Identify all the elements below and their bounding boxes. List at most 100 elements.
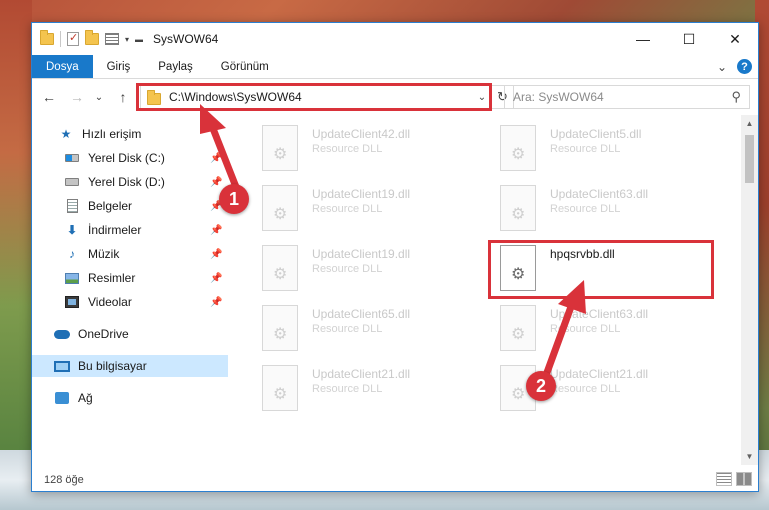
dll-file-icon bbox=[262, 365, 298, 411]
customize-toolbar-icon[interactable]: ▬ bbox=[135, 35, 143, 44]
file-type: Resource DLL bbox=[550, 143, 621, 155]
navigation-pane: ★ Hızlı erişim Yerel Disk (C:) 📌 Yerel D… bbox=[32, 115, 228, 463]
address-dropdown-icon[interactable]: ⌄ bbox=[473, 92, 491, 103]
maximize-button[interactable]: ☐ bbox=[666, 23, 712, 55]
sidebar-item-pictures[interactable]: Resimler 📌 bbox=[32, 267, 228, 289]
dll-file-icon bbox=[500, 305, 536, 351]
sidebar-item-music[interactable]: ♪ Müzik 📌 bbox=[32, 243, 228, 265]
details-view-icon[interactable] bbox=[716, 472, 732, 486]
drive-d-icon bbox=[64, 175, 80, 189]
sidebar-item-label: Resimler bbox=[88, 271, 136, 285]
recent-locations-icon[interactable]: ⌄ bbox=[88, 92, 110, 103]
minimize-button[interactable]: — bbox=[620, 23, 666, 55]
star-icon: ★ bbox=[60, 127, 72, 141]
search-placeholder: Ara: SysWOW64 bbox=[513, 90, 604, 104]
sidebar-item-drive-c[interactable]: Yerel Disk (C:) 📌 bbox=[32, 147, 228, 169]
pin-icon[interactable]: 📌 bbox=[210, 225, 222, 236]
file-name: hpqsrvbb.dll bbox=[550, 247, 615, 261]
forward-button[interactable]: → bbox=[66, 89, 88, 105]
sidebar-item-label: Videolar bbox=[88, 295, 132, 309]
file-item[interactable]: UpdateClient19.dll Resource DLL bbox=[246, 239, 476, 295]
file-item[interactable]: UpdateClient21.dll Resource DLL bbox=[484, 359, 714, 415]
drive-c-icon bbox=[64, 151, 80, 165]
file-name: UpdateClient19.dll bbox=[312, 187, 411, 201]
file-name: UpdateClient19.dll bbox=[312, 247, 411, 261]
item-count: 128 öğe bbox=[44, 474, 84, 486]
sidebar-item-downloads[interactable]: ⬇ İndirmeler 📌 bbox=[32, 219, 228, 241]
step-2-badge: 2 bbox=[526, 371, 556, 401]
file-name: UpdateClient21.dll bbox=[312, 367, 411, 381]
desktop-background bbox=[0, 0, 32, 510]
file-type: Resource DLL bbox=[312, 383, 383, 395]
file-item[interactable]: UpdateClient65.dll Resource DLL bbox=[246, 299, 476, 355]
help-icon[interactable]: ? bbox=[737, 59, 752, 74]
search-icon: ⚲ bbox=[731, 89, 741, 104]
file-item[interactable]: UpdateClient42.dll Resource DLL bbox=[246, 119, 476, 175]
sidebar-item-this-pc[interactable]: Bu bilgisayar bbox=[32, 355, 228, 377]
scroll-down-icon[interactable]: ▼ bbox=[741, 448, 758, 465]
step-1-badge: 1 bbox=[219, 184, 249, 214]
tab-share[interactable]: Paylaş bbox=[144, 55, 207, 78]
toolbar-dropdown-icon[interactable]: ▾ bbox=[125, 35, 129, 44]
tab-file[interactable]: Dosya bbox=[32, 55, 93, 78]
videos-icon bbox=[64, 295, 80, 309]
tab-home[interactable]: Giriş bbox=[93, 55, 145, 78]
download-icon: ⬇ bbox=[66, 223, 78, 237]
properties-check-icon[interactable] bbox=[67, 31, 79, 46]
sidebar-item-label: Müzik bbox=[88, 247, 120, 261]
toolbar-separator bbox=[60, 31, 61, 47]
file-item-hpqsrvbb[interactable]: hpqsrvbb.dll bbox=[484, 239, 714, 295]
sidebar-item-videos[interactable]: Videolar 📌 bbox=[32, 291, 228, 313]
file-explorer-window: ▾ ▬ SysWOW64 — ☐ ✕ Dosya Giriş Paylaş Gö… bbox=[31, 22, 759, 492]
close-button[interactable]: ✕ bbox=[712, 23, 758, 55]
title-bar: ▾ ▬ SysWOW64 — ☐ ✕ bbox=[32, 23, 758, 55]
sidebar-item-label: Yerel Disk (D:) bbox=[88, 175, 165, 189]
sidebar-item-label: İndirmeler bbox=[88, 223, 142, 237]
search-input[interactable]: Ara: SysWOW64 ⚲ bbox=[504, 85, 750, 109]
dll-file-icon bbox=[262, 185, 298, 231]
navigation-bar: ← → ⌄ ↑ C:\Windows\SysWOW64 ⌄ ↻ Ara: Sys… bbox=[32, 80, 758, 114]
file-name: UpdateClient63.dll bbox=[550, 307, 649, 321]
properties-icon[interactable] bbox=[105, 33, 119, 45]
large-icons-view-icon[interactable] bbox=[736, 472, 752, 486]
dll-file-icon bbox=[262, 305, 298, 351]
pin-icon[interactable]: 📌 bbox=[210, 153, 222, 164]
sidebar-item-quick-access[interactable]: ★ Hızlı erişim bbox=[32, 123, 228, 145]
view-buttons bbox=[716, 472, 752, 486]
dll-file-icon bbox=[262, 245, 298, 291]
sidebar-item-drive-d[interactable]: Yerel Disk (D:) 📌 bbox=[32, 171, 228, 193]
onedrive-icon bbox=[54, 327, 70, 341]
vertical-scrollbar[interactable]: ▲ ▼ bbox=[741, 115, 758, 465]
ribbon-right: ⌄ ? bbox=[717, 59, 752, 74]
document-icon bbox=[64, 199, 80, 213]
file-item[interactable]: UpdateClient5.dll Resource DLL bbox=[484, 119, 714, 175]
sidebar-item-label: Belgeler bbox=[88, 199, 133, 213]
new-folder-icon[interactable] bbox=[85, 30, 99, 45]
file-name: UpdateClient21.dll bbox=[550, 367, 649, 381]
address-path[interactable]: C:\Windows\SysWOW64 bbox=[169, 90, 473, 104]
back-button[interactable]: ← bbox=[38, 89, 60, 105]
sidebar-item-documents[interactable]: Belgeler 📌 bbox=[32, 195, 228, 217]
expand-ribbon-icon[interactable]: ⌄ bbox=[717, 60, 727, 74]
file-item[interactable]: UpdateClient63.dll Resource DLL bbox=[484, 299, 714, 355]
file-type: Resource DLL bbox=[550, 323, 621, 335]
scroll-up-icon[interactable]: ▲ bbox=[741, 115, 758, 132]
file-item[interactable]: UpdateClient19.dll Resource DLL bbox=[246, 179, 476, 235]
file-type: Resource DLL bbox=[550, 203, 621, 215]
scrollbar-thumb[interactable] bbox=[745, 135, 754, 183]
sidebar-item-network[interactable]: Ağ bbox=[32, 387, 228, 409]
pin-icon[interactable]: 📌 bbox=[210, 249, 222, 260]
tab-view[interactable]: Görünüm bbox=[207, 55, 283, 78]
pin-icon[interactable]: 📌 bbox=[210, 177, 222, 188]
pin-icon[interactable]: 📌 bbox=[210, 273, 222, 284]
address-folder-icon bbox=[147, 89, 161, 105]
pin-icon[interactable]: 📌 bbox=[210, 297, 222, 308]
ribbon-tabs: Dosya Giriş Paylaş Görünüm ⌄ ? bbox=[32, 55, 758, 79]
file-type: Resource DLL bbox=[312, 203, 383, 215]
file-item[interactable]: UpdateClient21.dll Resource DLL bbox=[246, 359, 476, 415]
address-bar[interactable]: C:\Windows\SysWOW64 ⌄ bbox=[140, 85, 492, 109]
sidebar-item-onedrive[interactable]: OneDrive bbox=[32, 323, 228, 345]
window-title: SysWOW64 bbox=[153, 32, 219, 46]
up-button[interactable]: ↑ bbox=[112, 89, 134, 105]
file-item[interactable]: UpdateClient63.dll Resource DLL bbox=[484, 179, 714, 235]
